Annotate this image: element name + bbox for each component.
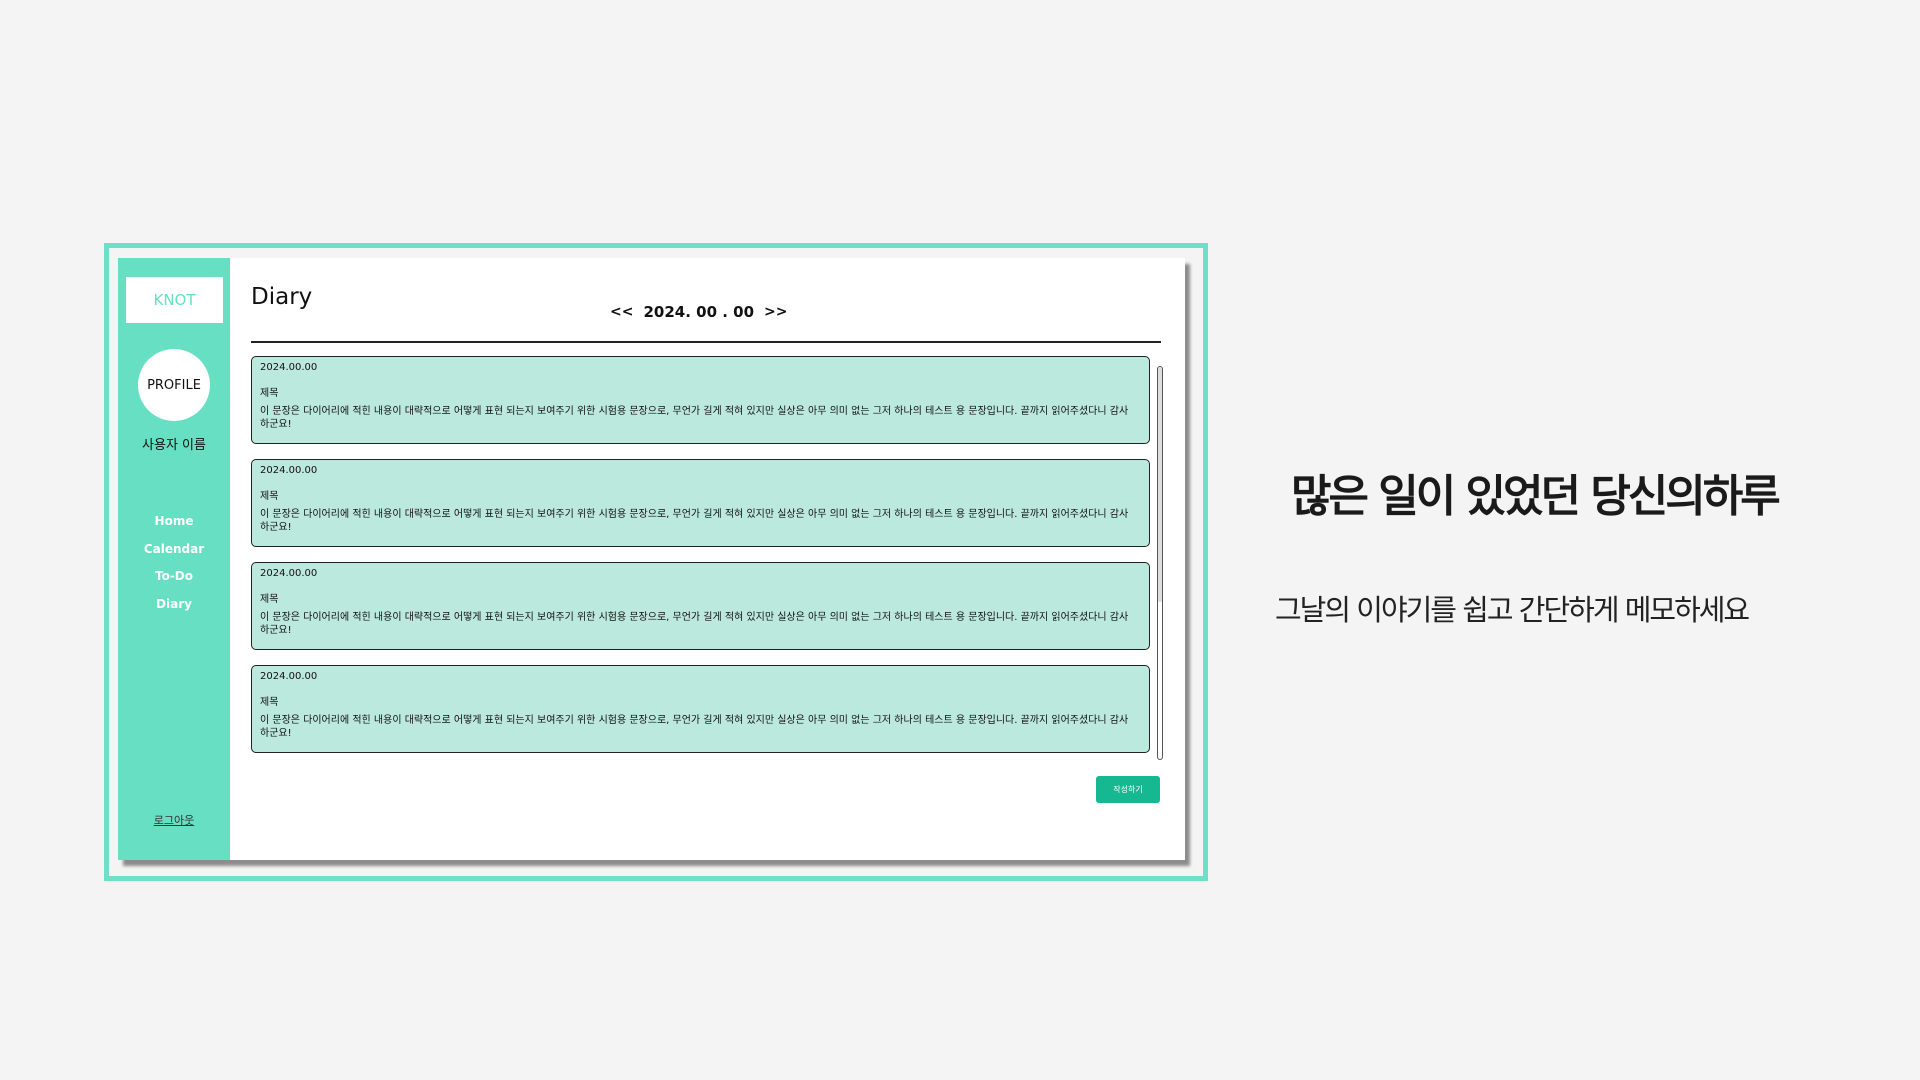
entry-date: 2024.00.00 xyxy=(260,671,318,682)
date-next-button[interactable]: >> xyxy=(764,304,787,320)
entry-date: 2024.00.00 xyxy=(260,465,318,476)
scrollbar-thumb[interactable] xyxy=(1158,367,1162,602)
entry-body: 이 문장은 다이어리에 적힌 내용이 대략적으로 어떻게 표현 되는지 보여주기… xyxy=(260,715,1129,739)
date-prev-button[interactable]: << xyxy=(610,304,633,320)
entry-title: 제목 xyxy=(260,388,279,399)
entry-date: 2024.00.00 xyxy=(260,568,318,579)
app-window: KNOT PROFILE 사용자 이름 Home Calendar To-Do … xyxy=(118,258,1185,860)
logout-link[interactable]: 로그아웃 xyxy=(118,812,230,828)
app-preview-frame: KNOT PROFILE 사용자 이름 Home Calendar To-Do … xyxy=(104,243,1208,881)
entry-body: 이 문장은 다이어리에 적힌 내용이 대략적으로 어떻게 표현 되는지 보여주기… xyxy=(260,406,1129,430)
entry-title: 제목 xyxy=(260,491,279,502)
diary-entry-card[interactable]: 2024.00.00 제목 이 문장은 다이어리에 적힌 내용이 대략적으로 어… xyxy=(251,562,1150,650)
current-date: 2024. 00 . 00 xyxy=(643,303,755,321)
sidebar-nav: Home Calendar To-Do Diary xyxy=(118,508,230,618)
header-divider xyxy=(251,341,1161,343)
date-navigator: << 2024. 00 . 00 >> xyxy=(610,303,788,321)
entry-body: 이 문장은 다이어리에 적힌 내용이 대략적으로 어떻게 표현 되는지 보여주기… xyxy=(260,509,1129,533)
page-title: Diary xyxy=(251,284,313,310)
diary-entry-card[interactable]: 2024.00.00 제목 이 문장은 다이어리에 적힌 내용이 대략적으로 어… xyxy=(251,356,1150,444)
sidebar-item-home[interactable]: Home xyxy=(118,508,230,536)
app-logo[interactable]: KNOT xyxy=(126,277,223,323)
promo-subline: 그날의 이야기를 쉽고 간단하게 메모하세요 xyxy=(1275,593,1750,627)
entry-body: 이 문장은 다이어리에 적힌 내용이 대략적으로 어떻게 표현 되는지 보여주기… xyxy=(260,612,1129,636)
username-label: 사용자 이름 xyxy=(142,438,206,453)
entry-list-scrollbar[interactable] xyxy=(1157,366,1163,760)
diary-entry-list: 2024.00.00 제목 이 문장은 다이어리에 적힌 내용이 대략적으로 어… xyxy=(251,356,1150,768)
sidebar: KNOT PROFILE 사용자 이름 Home Calendar To-Do … xyxy=(118,258,230,860)
entry-date: 2024.00.00 xyxy=(260,362,318,373)
sidebar-item-diary[interactable]: Diary xyxy=(118,591,230,619)
diary-entry-card[interactable]: 2024.00.00 제목 이 문장은 다이어리에 적힌 내용이 대략적으로 어… xyxy=(251,459,1150,547)
main-content: Diary << 2024. 00 . 00 >> 2024.00.00 제목 … xyxy=(230,258,1185,860)
write-entry-button[interactable]: 작성하기 xyxy=(1096,776,1160,803)
sidebar-item-calendar[interactable]: Calendar xyxy=(118,536,230,564)
promo-headline: 많은 일이 있었던 당신의하루 xyxy=(1291,471,1781,522)
sidebar-item-todo[interactable]: To-Do xyxy=(118,563,230,591)
diary-entry-card[interactable]: 2024.00.00 제목 이 문장은 다이어리에 적힌 내용이 대략적으로 어… xyxy=(251,665,1150,753)
profile-avatar[interactable]: PROFILE xyxy=(138,349,210,421)
entry-title: 제목 xyxy=(260,594,279,605)
entry-title: 제목 xyxy=(260,697,279,708)
